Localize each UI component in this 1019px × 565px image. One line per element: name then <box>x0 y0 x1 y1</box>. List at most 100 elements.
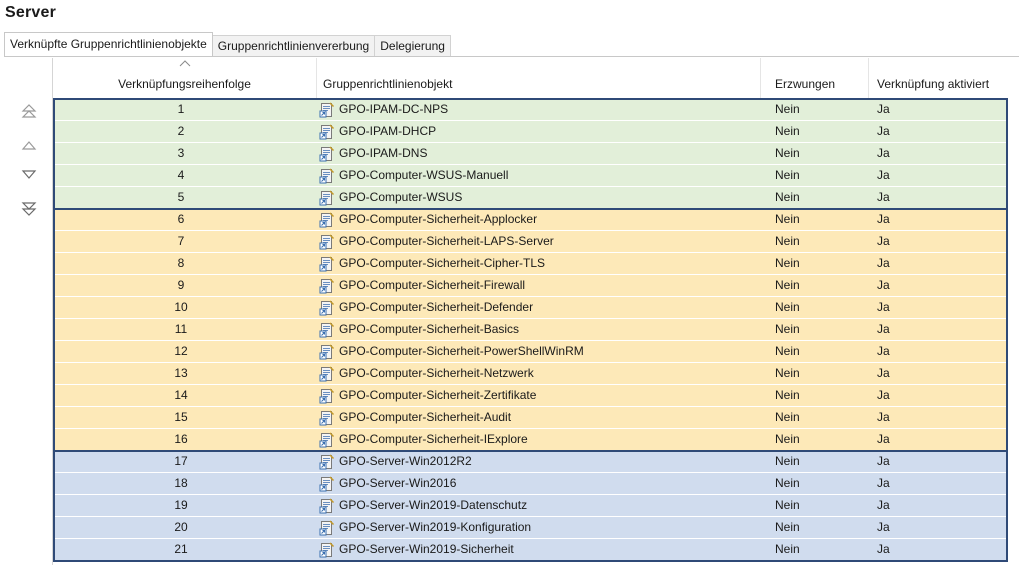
row-gpo-name: GPO-Computer-WSUS <box>339 190 463 204</box>
move-to-top-button[interactable] <box>14 100 44 122</box>
row-order: 18 <box>174 476 188 490</box>
row-gpo-name: GPO-Computer-Sicherheit-IExplore <box>339 432 528 446</box>
gpmc-window: Server Verknüpfte Gruppenrichtlinienobje… <box>0 0 1019 565</box>
row-enforced: Nein <box>775 212 800 226</box>
table-row[interactable]: 11 GPO-Computer-Sicherheit-Basics Nein Ja <box>53 319 1008 340</box>
table-row[interactable]: 3 GPO-IPAM-DNS Nein Ja <box>53 143 1008 164</box>
row-order: 1 <box>177 102 185 116</box>
row-order: 13 <box>174 366 188 380</box>
gpo-link-icon <box>319 145 335 161</box>
row-gpo-name: GPO-IPAM-DNS <box>339 146 428 160</box>
column-header-gpo[interactable]: Gruppenrichtlinienobjekt <box>317 58 761 99</box>
move-bottom-icon <box>21 202 37 216</box>
table-row[interactable]: 1 GPO-IPAM-DC-NPS Nein Ja <box>53 99 1008 120</box>
row-link-enabled: Ja <box>877 168 890 182</box>
row-link-enabled: Ja <box>877 124 890 138</box>
table-row[interactable]: 6 GPO-Computer-Sicherheit-Applocker Nein Ja <box>53 209 1008 230</box>
table-row[interactable]: 12 GPO-Computer-Sicherheit-PowerShellWinR… <box>53 341 1008 362</box>
table-row[interactable]: 17 GPO-Server-Win2012R2 Nein Ja <box>53 451 1008 472</box>
row-gpo-name: GPO-Computer-Sicherheit-Zertifikate <box>339 388 537 402</box>
move-top-icon <box>21 104 37 118</box>
column-header-gpo-label: Gruppenrichtlinienobjekt <box>323 77 453 91</box>
table-row[interactable]: 20 GPO-Server-Win2019-Konfiguration Nein Ja <box>53 517 1008 538</box>
row-gpo: GPO-Computer-Sicherheit-PowerShellWinRM <box>319 341 759 362</box>
gpo-link-icon <box>319 277 335 293</box>
gpo-link-icon <box>319 211 335 227</box>
table-row[interactable]: 7 GPO-Computer-Sicherheit-LAPS-Server Nein… <box>53 231 1008 252</box>
table-row[interactable]: 4 GPO-Computer-WSUS-Manuell Nein Ja <box>53 165 1008 186</box>
table-row[interactable]: 21 GPO-Server-Win2019-Sicherheit Nein Ja <box>53 539 1008 560</box>
row-order: 3 <box>177 146 185 160</box>
table-row[interactable]: 15 GPO-Computer-Sicherheit-Audit Nein Ja <box>53 407 1008 428</box>
table-row[interactable]: 18 GPO-Server-Win2016 Nein Ja <box>53 473 1008 494</box>
row-gpo: GPO-Server-Win2012R2 <box>319 451 759 472</box>
column-header-enforced[interactable]: Erzwungen <box>761 58 869 99</box>
gpo-link-icon <box>319 431 335 447</box>
row-gpo-name: GPO-Computer-Sicherheit-LAPS-Server <box>339 234 554 248</box>
table-row[interactable]: 9 GPO-Computer-Sicherheit-Firewall Nein Ja <box>53 275 1008 296</box>
row-link-enabled: Ja <box>877 520 890 534</box>
gpo-link-icon <box>319 475 335 491</box>
column-header-link-enabled[interactable]: Verknüpfung aktiviert <box>869 58 1009 99</box>
table-row[interactable]: 13 GPO-Computer-Sicherheit-Netzwerk Nein Ja <box>53 363 1008 384</box>
row-enforced: Nein <box>775 234 800 248</box>
row-order: 7 <box>177 234 185 248</box>
move-to-bottom-button[interactable] <box>14 198 44 220</box>
row-gpo-name: GPO-Server-Win2012R2 <box>339 454 472 468</box>
row-enforced: Nein <box>775 410 800 424</box>
page-title: Server <box>5 4 57 21</box>
row-link-enabled: Ja <box>877 498 890 512</box>
table-row[interactable]: 14 GPO-Computer-Sicherheit-Zertifikate Nei… <box>53 385 1008 406</box>
row-gpo: GPO-IPAM-DC-NPS <box>319 99 759 120</box>
row-gpo-name: GPO-IPAM-DHCP <box>339 124 437 138</box>
column-header-order[interactable]: Verknüpfungsreihenfolge <box>53 58 317 99</box>
row-enforced: Nein <box>775 520 800 534</box>
row-enforced: Nein <box>775 432 800 446</box>
row-order: 16 <box>174 432 188 446</box>
gpo-link-icon <box>319 123 335 139</box>
table-row[interactable]: 10 GPO-Computer-Sicherheit-Defender Nein Ja <box>53 297 1008 318</box>
row-enforced: Nein <box>775 300 800 314</box>
gpo-link-icon <box>319 167 335 183</box>
row-gpo-name: GPO-Server-Win2019-Datenschutz <box>339 498 528 512</box>
row-link-enabled: Ja <box>877 322 890 336</box>
table-row[interactable]: 19 GPO-Server-Win2019-Datenschutz Nein Ja <box>53 495 1008 516</box>
row-gpo-name: GPO-IPAM-DC-NPS <box>339 102 449 116</box>
row-gpo-name: GPO-Computer-Sicherheit-Basics <box>339 322 520 336</box>
table-row[interactable]: 8 GPO-Computer-Sicherheit-Cipher-TLS Nein J… <box>53 253 1008 274</box>
gpo-link-icon <box>319 387 335 403</box>
tab-gpo-inheritance[interactable]: Gruppenrichtlinienvererbung <box>211 35 376 56</box>
tab-delegation[interactable]: Delegierung <box>374 35 451 56</box>
row-gpo: GPO-Computer-Sicherheit-Basics <box>319 319 759 340</box>
table-row[interactable]: 5 GPO-Computer-WSUS Nein Ja <box>53 187 1008 208</box>
column-header-order-label: Verknüpfungsreihenfolge <box>118 77 251 91</box>
row-order: 14 <box>174 388 188 402</box>
row-order: 12 <box>174 344 188 358</box>
move-up-button[interactable] <box>14 134 44 156</box>
row-enforced: Nein <box>775 102 800 116</box>
move-up-icon <box>21 141 37 150</box>
gpo-link-icon <box>319 321 335 337</box>
row-order: 15 <box>174 410 188 424</box>
row-enforced: Nein <box>775 124 800 138</box>
row-enforced: Nein <box>775 190 800 204</box>
row-enforced: Nein <box>775 344 800 358</box>
row-link-enabled: Ja <box>877 542 890 556</box>
column-header-enforced-label: Erzwungen <box>775 77 836 91</box>
tab-linked-gpos[interactable]: Verknüpfte Gruppenrichtlinienobjekte <box>4 32 213 56</box>
move-down-button[interactable] <box>14 164 44 186</box>
row-order: 20 <box>174 520 188 534</box>
table-row[interactable]: 2 GPO-IPAM-DHCP Nein Ja <box>53 121 1008 142</box>
row-order: 19 <box>174 498 188 512</box>
row-link-enabled: Ja <box>877 476 890 490</box>
table-row[interactable]: 16 GPO-Computer-Sicherheit-IExplore Nein Ja <box>53 429 1008 450</box>
row-order: 21 <box>174 542 188 556</box>
row-link-enabled: Ja <box>877 410 890 424</box>
gpo-link-icon <box>319 497 335 513</box>
row-enforced: Nein <box>775 168 800 182</box>
row-link-enabled: Ja <box>877 278 890 292</box>
row-gpo-name: GPO-Server-Win2019-Konfiguration <box>339 520 532 534</box>
row-link-enabled: Ja <box>877 366 890 380</box>
row-gpo-name: GPO-Computer-Sicherheit-Netzwerk <box>339 366 534 380</box>
gpo-link-icon <box>319 409 335 425</box>
